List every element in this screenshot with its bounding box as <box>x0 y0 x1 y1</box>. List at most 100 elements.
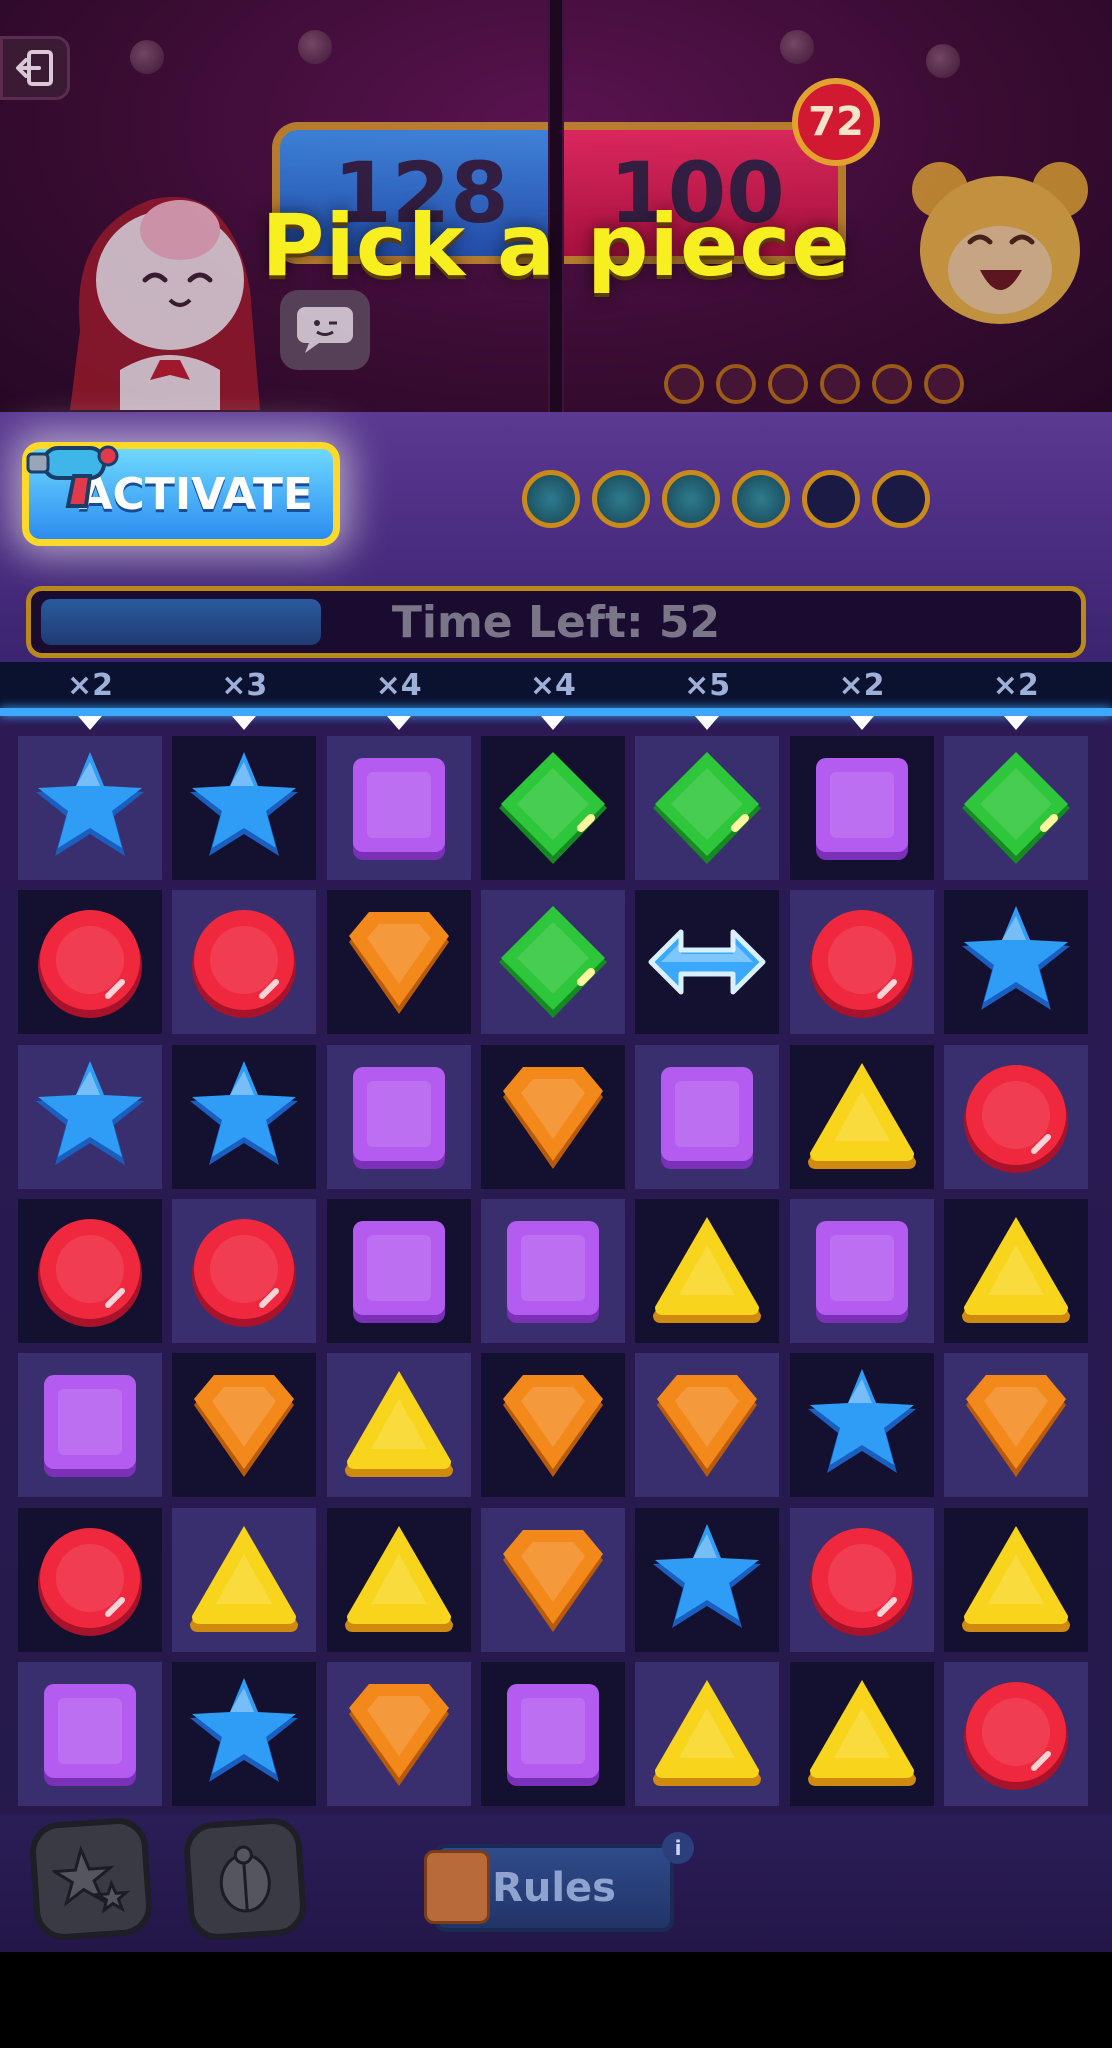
info-icon[interactable]: i <box>662 1832 694 1864</box>
board-cell[interactable] <box>18 1662 162 1806</box>
board-cell[interactable] <box>481 1045 625 1189</box>
triangle-gem-icon <box>190 1526 298 1632</box>
opponent-pip <box>872 364 912 404</box>
board-cell[interactable] <box>327 1045 471 1189</box>
column-multiplier: ×4 <box>375 668 422 703</box>
prompt-title: Pick a piece <box>261 196 851 296</box>
board-cell[interactable] <box>18 1045 162 1189</box>
column-multiplier: ×2 <box>838 668 885 703</box>
board-cell[interactable] <box>944 1508 1088 1652</box>
column-marker <box>78 716 102 730</box>
player-pip <box>872 470 930 528</box>
beetle-boost-button[interactable] <box>182 1816 308 1942</box>
spotlight <box>298 30 332 64</box>
column-multiplier: ×5 <box>684 668 731 703</box>
board-cell[interactable] <box>327 1508 471 1652</box>
column-marker <box>849 716 874 730</box>
triangle-gem-icon <box>653 1217 761 1323</box>
beetle-boost-icon <box>219 1845 271 1913</box>
board-cell[interactable] <box>18 890 162 1034</box>
board-cell[interactable] <box>481 890 625 1034</box>
shield-gem-icon <box>657 1375 757 1477</box>
board-cell[interactable] <box>172 1199 316 1343</box>
opponent-pip <box>924 364 964 404</box>
board-cell[interactable] <box>327 890 471 1034</box>
arrow-gem-icon <box>648 929 766 995</box>
board-cell[interactable] <box>944 1662 1088 1806</box>
board-cell[interactable] <box>327 1199 471 1343</box>
shield-gem-icon <box>503 1375 603 1477</box>
board-cell[interactable] <box>635 890 779 1034</box>
diamond-gem-icon <box>962 752 1070 864</box>
board-cell[interactable] <box>327 1662 471 1806</box>
circle-gem-icon <box>964 1065 1068 1173</box>
board-cell[interactable] <box>481 1508 625 1652</box>
chat-emote-button[interactable] <box>280 290 370 370</box>
board-cell[interactable] <box>944 736 1088 880</box>
board-cell[interactable] <box>635 1045 779 1189</box>
board-cell[interactable] <box>481 1199 625 1343</box>
triangle-gem-icon <box>962 1526 1070 1632</box>
star-gem-icon <box>190 1061 298 1165</box>
board-cell[interactable] <box>635 1662 779 1806</box>
board-cell[interactable] <box>790 890 934 1034</box>
time-left-bar: Time Left: 52 <box>26 586 1086 658</box>
star-gem-icon <box>190 752 298 856</box>
board-cell[interactable] <box>18 1353 162 1497</box>
board-cell[interactable] <box>18 1508 162 1652</box>
board-cell[interactable] <box>635 1353 779 1497</box>
gem-board <box>18 736 1094 1816</box>
opponent-progress-pips <box>664 364 964 404</box>
board-cell[interactable] <box>172 1662 316 1806</box>
circle-gem-icon <box>38 1528 142 1636</box>
board-cell[interactable] <box>790 1199 934 1343</box>
board-cell[interactable] <box>790 1353 934 1497</box>
board-cell[interactable] <box>944 1045 1088 1189</box>
board-cell[interactable] <box>481 1662 625 1806</box>
board-cell[interactable] <box>172 1508 316 1652</box>
board-cell[interactable] <box>481 736 625 880</box>
star-gem-icon <box>962 906 1070 1010</box>
board-cell[interactable] <box>327 1353 471 1497</box>
circle-gem-icon <box>38 1219 142 1327</box>
opponent-pip <box>768 364 808 404</box>
board-cell[interactable] <box>790 1662 934 1806</box>
star-boost-button[interactable] <box>28 1816 154 1942</box>
triangle-gem-icon <box>808 1063 916 1169</box>
board-cell[interactable] <box>172 736 316 880</box>
player-pip <box>592 470 650 528</box>
board-cell[interactable] <box>481 1353 625 1497</box>
diamond-gem-icon <box>653 752 761 864</box>
square-gem-icon <box>353 758 445 860</box>
triangle-gem-icon <box>345 1371 453 1477</box>
spotlight <box>780 30 814 64</box>
board-cell[interactable] <box>18 736 162 880</box>
column-multiplier: ×3 <box>221 668 268 703</box>
circle-gem-icon <box>964 1682 1068 1790</box>
board-cell[interactable] <box>635 1508 779 1652</box>
board-cell[interactable] <box>790 1045 934 1189</box>
board-cell[interactable] <box>172 890 316 1034</box>
board-cell[interactable] <box>944 890 1088 1034</box>
board-cell[interactable] <box>944 1199 1088 1343</box>
board-cell[interactable] <box>790 736 934 880</box>
shield-gem-icon <box>966 1375 1066 1477</box>
triangle-gem-icon <box>653 1680 761 1786</box>
board-cell[interactable] <box>635 736 779 880</box>
board-cell[interactable] <box>327 736 471 880</box>
column-multiplier: ×4 <box>529 668 576 703</box>
shield-gem-icon <box>503 1067 603 1169</box>
square-gem-icon <box>816 758 908 860</box>
exit-button[interactable] <box>0 36 70 100</box>
square-gem-icon <box>661 1067 753 1169</box>
board-cell[interactable] <box>635 1199 779 1343</box>
board-cell[interactable] <box>172 1353 316 1497</box>
shield-gem-icon <box>349 912 449 1014</box>
board-cell[interactable] <box>18 1199 162 1343</box>
board-cell[interactable] <box>790 1508 934 1652</box>
round-timer-badge: 72 <box>792 78 880 166</box>
board-cell[interactable] <box>944 1353 1088 1497</box>
player-progress-pips <box>522 470 930 528</box>
board-cell[interactable] <box>172 1045 316 1189</box>
player-pip <box>522 470 580 528</box>
